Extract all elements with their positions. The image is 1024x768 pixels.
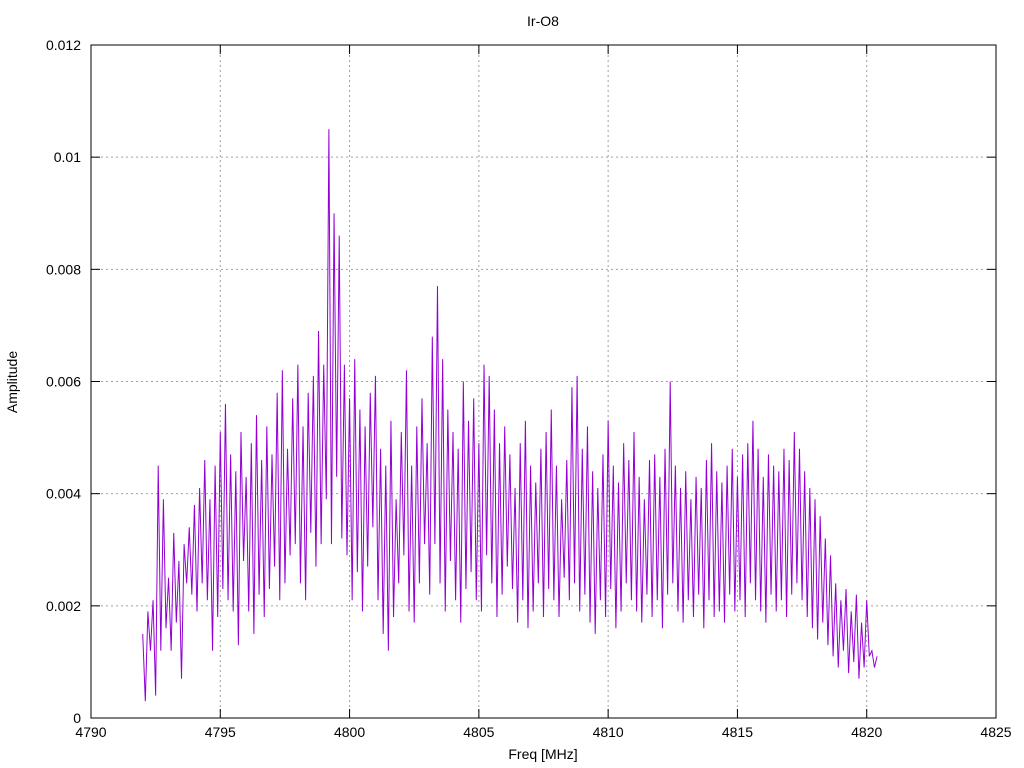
series-line (142, 129, 878, 702)
y-tick-label: 0 (73, 710, 81, 726)
x-tick-label: 4790 (75, 724, 106, 740)
y-tick-label: 0.004 (46, 486, 81, 502)
x-tick-label: 4815 (722, 724, 753, 740)
y-tick-label: 0.006 (46, 374, 81, 390)
y-tick-label: 0.008 (46, 261, 81, 277)
x-tick-label: 4825 (980, 724, 1011, 740)
x-tick-label: 4795 (205, 724, 236, 740)
y-tick-labels: 0 0.002 0.004 0.006 0.008 0.01 0.012 (46, 37, 81, 726)
x-tick-labels: 4790 4795 4800 4805 4810 4815 4820 4825 (75, 724, 1011, 740)
x-tick-label: 4820 (851, 724, 882, 740)
x-axis-label: Freq [MHz] (508, 746, 577, 762)
chart-title: Ir-O8 (527, 13, 559, 29)
x-tick-label: 4805 (463, 724, 494, 740)
y-tick-label: 0.012 (46, 37, 81, 53)
plot-canvas: 4790 4795 4800 4805 4810 4815 4820 4825 00.0020… (4, 13, 1012, 762)
y-axis-label: Amplitude (4, 351, 20, 413)
x-tick-label: 4800 (334, 724, 365, 740)
y-tick-label: 0.01 (54, 149, 81, 165)
y-tick-label: 0.002 (46, 598, 81, 614)
x-tick-label: 4810 (593, 724, 624, 740)
